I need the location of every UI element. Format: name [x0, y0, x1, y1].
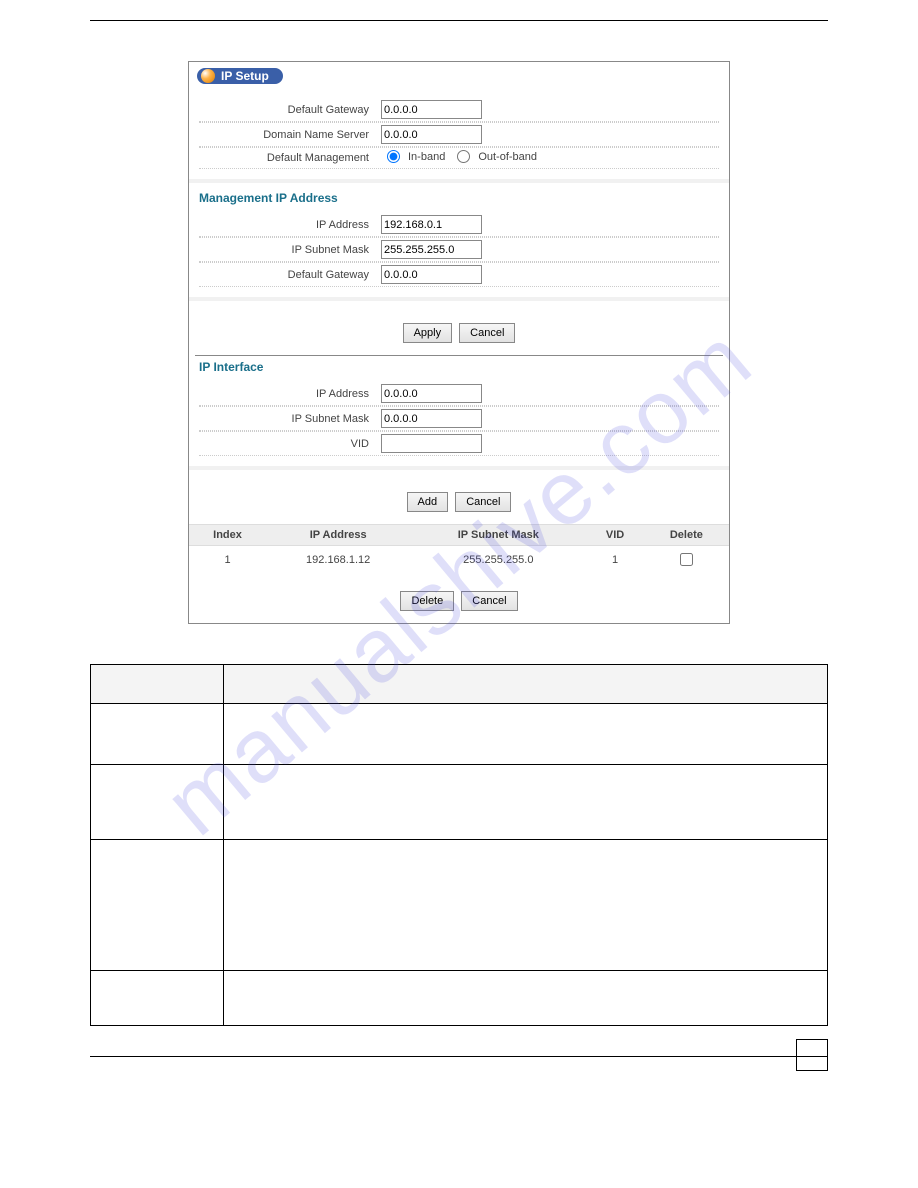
- label-default-management: Default Management: [199, 152, 381, 164]
- input-intf-mask[interactable]: [381, 409, 482, 428]
- apply-button[interactable]: Apply: [403, 323, 453, 343]
- section-ip-interface: IP Interface: [189, 356, 729, 378]
- label-mgmt-mask: IP Subnet Mask: [199, 244, 381, 256]
- row-mgmt-mask: IP Subnet Mask: [199, 237, 719, 262]
- input-intf-ip[interactable]: [381, 384, 482, 403]
- label-default-gateway: Default Gateway: [199, 104, 381, 116]
- row-mgmt-ip: IP Address: [199, 213, 719, 237]
- input-mgmt-gateway[interactable]: [381, 265, 482, 284]
- label-intf-vid: VID: [199, 438, 381, 450]
- divider-band: [189, 297, 729, 301]
- input-mgmt-ip[interactable]: [381, 215, 482, 234]
- top-rule: [90, 20, 828, 21]
- doc-table-row: [91, 765, 828, 840]
- cell-vid: 1: [586, 546, 643, 574]
- cancel-button-1[interactable]: Cancel: [459, 323, 515, 343]
- row-delete-checkbox[interactable]: [680, 553, 693, 566]
- panel-title-pill: IP Setup: [197, 68, 283, 84]
- label-mgmt-ip: IP Address: [199, 219, 381, 231]
- table-header-row: Index IP Address IP Subnet Mask VID Dele…: [189, 525, 729, 546]
- doc-table-row: [91, 971, 828, 1026]
- input-intf-vid[interactable]: [381, 434, 482, 453]
- table-row: 1 192.168.1.12 255.255.255.0 1: [189, 546, 729, 574]
- page-number-box: [796, 1039, 828, 1071]
- row-intf-vid: VID: [199, 431, 719, 456]
- cancel-button-3[interactable]: Cancel: [461, 591, 517, 611]
- th-vid: VID: [586, 525, 643, 546]
- label-dns: Domain Name Server: [199, 129, 381, 141]
- label-mgmt-gateway: Default Gateway: [199, 269, 381, 281]
- basic-settings: Default Gateway Domain Name Server Defau…: [189, 94, 729, 175]
- cell-index: 1: [189, 546, 266, 574]
- doc-table: [90, 664, 828, 1026]
- table-button-row: Delete Cancel: [189, 573, 729, 623]
- input-mgmt-mask[interactable]: [381, 240, 482, 259]
- doc-table-head: [91, 665, 828, 704]
- radio-inband[interactable]: [387, 150, 400, 163]
- mgmt-button-row: Apply Cancel: [189, 305, 729, 355]
- bottom-rule: [90, 1056, 828, 1057]
- add-button[interactable]: Add: [407, 492, 449, 512]
- row-mgmt-gateway: Default Gateway: [199, 262, 719, 287]
- label-inband: In-band: [408, 151, 445, 163]
- interface-table: Index IP Address IP Subnet Mask VID Dele…: [189, 524, 729, 573]
- th-mask: IP Subnet Mask: [410, 525, 586, 546]
- cancel-button-2[interactable]: Cancel: [455, 492, 511, 512]
- divider-band: [189, 466, 729, 470]
- label-intf-mask: IP Subnet Mask: [199, 413, 381, 425]
- input-dns[interactable]: [381, 125, 482, 144]
- row-default-management: Default Management In-band Out-of-band: [199, 147, 719, 169]
- cell-ip: 192.168.1.12: [266, 546, 410, 574]
- doc-table-row: [91, 704, 828, 765]
- input-default-gateway[interactable]: [381, 100, 482, 119]
- th-delete: Delete: [644, 525, 729, 546]
- section-management-ip: Management IP Address: [189, 187, 729, 209]
- th-ip: IP Address: [266, 525, 410, 546]
- doc-table-row: [91, 840, 828, 971]
- row-intf-ip: IP Address: [199, 382, 719, 406]
- row-intf-mask: IP Subnet Mask: [199, 406, 719, 431]
- row-default-gateway: Default Gateway: [199, 98, 719, 122]
- cell-mask: 255.255.255.0: [410, 546, 586, 574]
- sphere-icon: [201, 69, 215, 83]
- label-outofband: Out-of-band: [478, 151, 537, 163]
- delete-button[interactable]: Delete: [400, 591, 454, 611]
- intf-button-row: Add Cancel: [189, 474, 729, 524]
- ip-interface-area: IP Address IP Subnet Mask VID: [189, 378, 729, 462]
- cell-delete: [644, 546, 729, 574]
- th-index: Index: [189, 525, 266, 546]
- divider-band: [189, 179, 729, 183]
- management-ip-area: IP Address IP Subnet Mask Default Gatewa…: [189, 209, 729, 293]
- label-intf-ip: IP Address: [199, 388, 381, 400]
- ip-setup-panel: IP Setup Default Gateway Domain Name Ser…: [188, 61, 730, 624]
- radio-outofband[interactable]: [457, 150, 470, 163]
- panel-title: IP Setup: [221, 69, 269, 83]
- row-dns: Domain Name Server: [199, 122, 719, 147]
